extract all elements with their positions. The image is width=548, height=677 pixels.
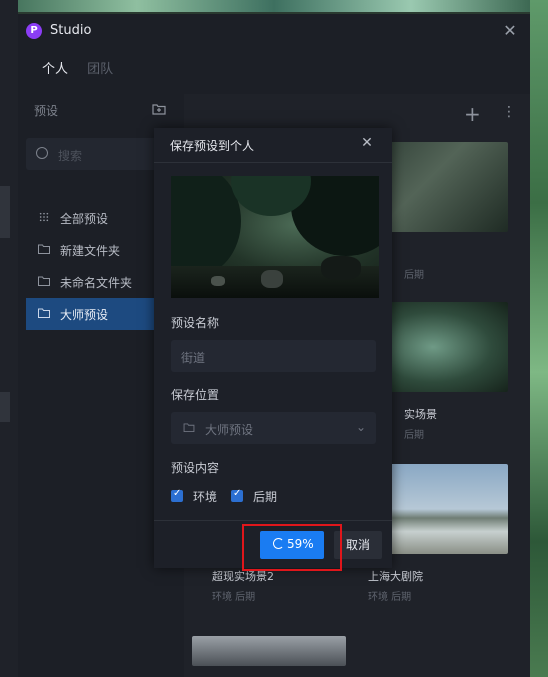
sidebar-item-label: 大师预设 (60, 308, 109, 322)
preset-thumbnail (192, 636, 346, 666)
sidebar-item-label: 新建文件夹 (60, 244, 121, 258)
app-logo-icon: P (26, 23, 42, 39)
preset-content-label: 预设内容 (171, 461, 220, 475)
preset-name-value: 街道 (181, 351, 206, 365)
app-title: Studio (50, 23, 92, 38)
tab-team[interactable]: 团队 (87, 58, 113, 77)
save-location-value: 大师预设 (205, 423, 254, 437)
chevron-down-icon: ⌄ (355, 420, 366, 434)
background-app-left (0, 0, 18, 677)
titlebar: P Studio ✕ (18, 14, 530, 50)
sidebar-item-new-folder[interactable]: 新建文件夹 (26, 234, 162, 266)
save-preset-dialog: 保存预设到个人 ✕ 预设名称 街道 保存位置 大师预设 ⌄ 预设内容 ✓ 环境 … (154, 128, 392, 568)
desktop-background-right (530, 0, 548, 677)
preset-tags: 后期 (404, 430, 424, 441)
dialog-title: 保存预设到个人 (170, 139, 255, 153)
search-icon (36, 147, 48, 159)
preset-card[interactable] (192, 636, 346, 666)
add-preset-icon[interactable]: + (464, 102, 481, 126)
save-location-label: 保存位置 (171, 388, 220, 402)
preset-preview-image (171, 176, 379, 298)
grid-icon (39, 212, 49, 222)
folder-icon (38, 276, 50, 286)
folder-icon (183, 423, 195, 432)
divider (154, 162, 392, 163)
checkbox-label: 后期 (253, 490, 278, 504)
tab-personal[interactable]: 个人 (42, 58, 68, 77)
search-placeholder: 搜索 (58, 149, 83, 163)
preset-tags: 环境 后期 (212, 592, 256, 603)
sidebar-item-all-presets[interactable]: 全部预设 (26, 202, 162, 234)
preset-name: 上海大剧院 (368, 570, 423, 583)
tab-bar: 个人 团队 (42, 58, 127, 78)
sidebar-item-unnamed-folder[interactable]: 未命名文件夹 (26, 266, 162, 298)
background-panel (0, 186, 10, 238)
window-close-icon[interactable]: ✕ (501, 22, 519, 40)
save-location-select[interactable]: 大师预设 ⌄ (171, 412, 376, 444)
preset-tags: 后期 (404, 270, 424, 281)
preset-tags: 环境 后期 (368, 592, 412, 603)
dialog-close-icon[interactable]: ✕ (359, 135, 375, 151)
checkbox[interactable]: ✓ (171, 488, 183, 502)
new-folder-icon[interactable] (152, 102, 166, 116)
sidebar-item-label: 未命名文件夹 (60, 276, 133, 290)
folder-icon (38, 308, 50, 318)
highlight-box (242, 524, 342, 571)
background-panel (0, 392, 10, 422)
check-icon: ✓ (173, 488, 182, 499)
sidebar-item-label: 全部预设 (60, 212, 109, 226)
sidebar-item-master-presets[interactable]: 大师预设 (26, 298, 162, 330)
desktop-background-top (0, 0, 548, 12)
checkbox[interactable]: ✓ (231, 488, 243, 502)
divider (154, 520, 392, 521)
sidebar-title: 预设 (34, 104, 59, 118)
checkbox-label: 环境 (193, 490, 218, 504)
preset-name-input[interactable]: 街道 (171, 340, 376, 372)
preset-name-label: 预设名称 (171, 316, 220, 330)
check-icon: ✓ (233, 488, 242, 499)
preset-name: 实场景 (404, 408, 437, 421)
more-options-icon[interactable]: ⋮ (502, 104, 516, 120)
folder-icon (38, 244, 50, 254)
